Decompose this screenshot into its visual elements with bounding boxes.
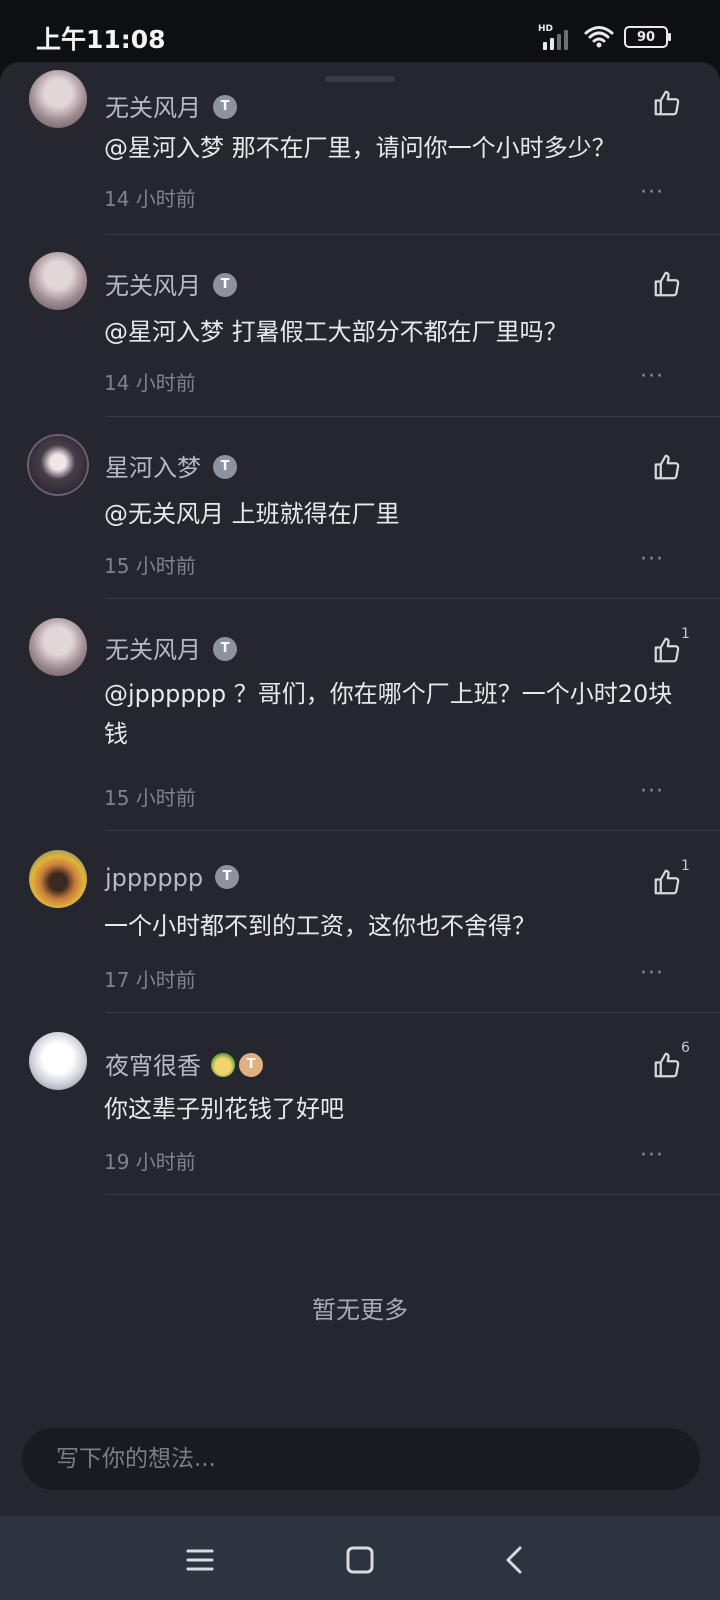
comment-input[interactable]	[54, 1438, 658, 1480]
avatar[interactable]	[29, 70, 87, 128]
like-count: 1	[681, 626, 690, 642]
comment-text: @无关风月 上班就得在厂里	[104, 500, 400, 528]
comment-text: 一个小时都不到的工资，这你也不舍得？	[104, 912, 536, 940]
comment-author[interactable]: 无关风月 T	[105, 88, 237, 123]
more-dots-icon[interactable]: ···	[640, 364, 664, 389]
divider	[106, 234, 720, 235]
sheet-drag-handle[interactable]	[325, 76, 395, 82]
avatar[interactable]	[29, 1032, 87, 1090]
like-count: 1	[681, 858, 690, 874]
comment-time: 17 小时前	[104, 968, 196, 992]
like-button[interactable]	[652, 88, 682, 118]
avatar[interactable]	[29, 436, 87, 494]
avatar[interactable]	[29, 252, 87, 310]
comment-author[interactable]: jpppppp T	[105, 864, 240, 892]
level-badge-icon: T	[213, 95, 237, 119]
comment-time: 14 小时前	[104, 371, 196, 395]
like-button[interactable]	[652, 867, 682, 897]
like-button[interactable]	[652, 269, 682, 299]
divider	[106, 1194, 720, 1195]
divider	[106, 598, 720, 599]
comment-author[interactable]: 夜宵很香 T	[105, 1046, 263, 1081]
comment-text: @jpppppp ？哥们，你在哪个厂上班？一个小时20块钱	[104, 680, 673, 748]
nav-back-button[interactable]	[496, 1540, 536, 1580]
level-badge-icon: T	[239, 1053, 263, 1077]
like-button[interactable]	[652, 1050, 682, 1080]
comment-author[interactable]: 星河入梦 T	[105, 448, 237, 483]
nav-home-button[interactable]	[340, 1540, 380, 1580]
like-button[interactable]	[652, 635, 682, 665]
more-dots-icon[interactable]: ···	[640, 779, 664, 804]
status-time: 上午11:08	[36, 25, 166, 54]
like-button[interactable]	[652, 452, 682, 482]
no-more-text: 暂无更多	[312, 1296, 408, 1324]
comment-author[interactable]: 无关风月 T	[105, 266, 237, 301]
level-badge-icon: T	[213, 637, 237, 661]
more-dots-icon[interactable]: ···	[640, 547, 664, 572]
thumbs-up-icon	[654, 869, 680, 895]
battery-icon: 90	[624, 26, 671, 48]
thumbs-up-icon	[654, 1052, 680, 1078]
battery-level: 90	[636, 29, 656, 45]
thumbs-up-icon	[654, 271, 680, 297]
comment-text: @星河入梦 打暑假工大部分不都在厂里吗？	[104, 318, 568, 346]
cellular-signal-icon: HD	[538, 24, 574, 50]
menu-icon	[186, 1549, 214, 1571]
nav-menu-button[interactable]	[180, 1540, 220, 1580]
comment-time: 14 小时前	[104, 187, 196, 211]
thumbs-up-icon	[654, 637, 680, 663]
more-dots-icon[interactable]: ···	[640, 1143, 664, 1168]
thumbs-up-icon	[654, 90, 680, 116]
divider	[106, 416, 720, 417]
level-badge-icon: T	[213, 273, 237, 297]
comment-time: 19 小时前	[104, 1150, 196, 1174]
divider	[106, 830, 720, 831]
thumbs-up-icon	[654, 454, 680, 480]
comment-text: 你这辈子别花钱了好吧	[104, 1095, 344, 1123]
status-icons: HD 90	[538, 22, 671, 52]
status-bar: 上午11:08 HD 90	[0, 0, 720, 68]
like-count: 6	[681, 1040, 690, 1056]
back-icon	[506, 1546, 522, 1574]
medal-icon	[211, 1053, 235, 1077]
comment-text: @星河入梦 那不在厂里，请问你一个小时多少？	[104, 134, 616, 162]
more-dots-icon[interactable]: ···	[640, 180, 664, 205]
divider	[106, 1012, 720, 1013]
avatar[interactable]	[29, 618, 87, 676]
comment-author[interactable]: 无关风月 T	[105, 630, 237, 665]
comments-sheet: 无关风月 T @星河入梦 那不在厂里，请问你一个小时多少？ 14 小时前 ··· …	[0, 62, 720, 1516]
level-badge-icon: T	[213, 455, 237, 479]
system-nav-bar	[0, 1516, 720, 1600]
wifi-icon	[584, 26, 614, 48]
comment-time: 15 小时前	[104, 554, 196, 578]
level-badge-icon: T	[215, 865, 240, 889]
comment-time: 15 小时前	[104, 786, 196, 810]
home-icon	[346, 1546, 374, 1574]
comment-input-bar[interactable]	[22, 1428, 700, 1490]
avatar[interactable]	[29, 850, 87, 908]
more-dots-icon[interactable]: ···	[640, 961, 664, 986]
